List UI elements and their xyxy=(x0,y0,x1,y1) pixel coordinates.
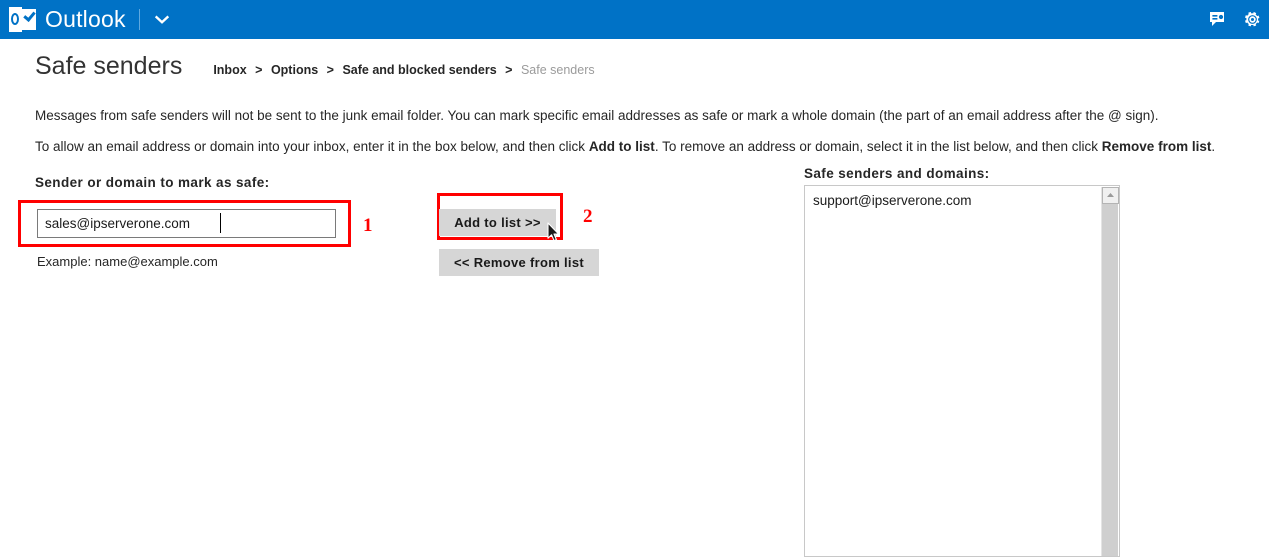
listbox-scrollbar[interactable] xyxy=(1101,186,1119,556)
breadcrumb-item-inbox[interactable]: Inbox xyxy=(213,63,246,77)
editor-columns: 1 Example: name@example.com Add to list … xyxy=(18,166,1269,557)
breadcrumb-separator: > xyxy=(326,63,334,77)
app-header-actions xyxy=(1201,0,1269,39)
page-heading-row: Safe senders Inbox > Options > Safe and … xyxy=(0,54,1269,88)
safe-senders-listbox[interactable]: support@ipserverone.com xyxy=(804,184,1120,557)
instructions-text-1: To allow an email address or domain into… xyxy=(35,138,589,154)
annotation-number-2: 2 xyxy=(583,205,593,227)
skype-chat-icon[interactable] xyxy=(1201,0,1235,39)
page-title: Safe senders xyxy=(35,52,183,80)
add-to-list-button[interactable]: Add to list >> xyxy=(439,208,556,236)
brand-divider xyxy=(138,9,140,30)
gear-icon[interactable] xyxy=(1235,0,1269,39)
logo-left-panel xyxy=(9,7,22,32)
safe-senders-panel: Safe senders and domains: support@ipserv… xyxy=(804,165,1124,557)
safe-senders-list-label: Safe senders and domains: xyxy=(804,165,990,181)
breadcrumb-item-safe-and-blocked-senders[interactable]: Safe and blocked senders xyxy=(342,63,496,77)
instructions-text-2: . To remove an address or domain, select… xyxy=(654,138,1102,154)
brand-name-label: Outlook xyxy=(45,6,126,32)
text-caret xyxy=(220,212,221,233)
breadcrumb-separator: > xyxy=(505,63,513,77)
main-content: Messages from safe senders will not be s… xyxy=(0,108,1269,557)
app-header-bar: Outlook xyxy=(0,0,1269,39)
scroll-up-arrow-icon[interactable] xyxy=(1102,186,1119,204)
logo-o-shape xyxy=(11,13,19,25)
annotation-number-1: 1 xyxy=(363,214,373,236)
instructions-paragraph: To allow an email address or domain into… xyxy=(35,138,1269,154)
example-hint-text: Example: name@example.com xyxy=(37,253,218,269)
breadcrumb-item-safe-senders: Safe senders xyxy=(520,63,595,77)
chevron-down-icon[interactable] xyxy=(151,9,173,31)
remove-from-list-button[interactable]: << Remove from list xyxy=(439,248,599,276)
instructions-bold-remove-from-list: Remove from list xyxy=(1101,138,1212,154)
outlook-logo-icon xyxy=(9,7,36,32)
breadcrumb: Inbox > Options > Safe and blocked sende… xyxy=(213,64,594,77)
instructions-bold-add-to-list: Add to list xyxy=(588,138,655,154)
breadcrumb-item-options[interactable]: Options xyxy=(271,63,318,77)
list-item[interactable]: support@ipserverone.com xyxy=(805,186,1119,208)
instructions-text-3: . xyxy=(1211,138,1216,154)
breadcrumb-separator: > xyxy=(255,63,263,77)
brand-area[interactable]: Outlook xyxy=(0,0,173,39)
intro-paragraph: Messages from safe senders will not be s… xyxy=(35,108,1159,123)
sender-input[interactable] xyxy=(37,208,336,238)
